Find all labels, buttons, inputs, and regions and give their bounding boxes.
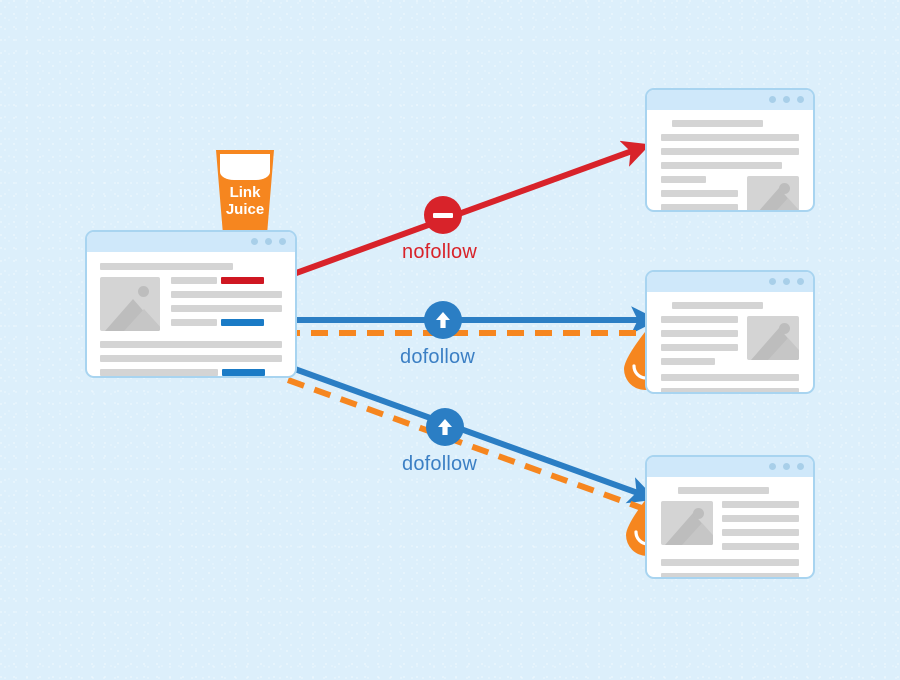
target-bottom-text-column (722, 501, 799, 557)
image-peak (767, 338, 799, 360)
text-placeholder (661, 190, 738, 197)
source-link-row-nofollow[interactable] (171, 277, 282, 284)
window-dot (797, 96, 804, 103)
image-peak (767, 198, 799, 210)
window-dot (783, 96, 790, 103)
heading-placeholder (678, 487, 769, 494)
image-peak (124, 309, 160, 331)
text-placeholder (171, 305, 282, 312)
text-placeholder (661, 388, 799, 392)
window-dot (279, 238, 286, 245)
dofollow-label-2: dofollow (402, 453, 477, 475)
nofollow-badge[interactable] (424, 196, 462, 234)
link-juice-label-line1: Link (229, 184, 261, 201)
dofollow-link-pill-1[interactable] (221, 319, 264, 326)
no-entry-icon (433, 212, 453, 218)
image-placeholder (100, 277, 160, 331)
source-link-row-dofollow-1[interactable] (171, 319, 282, 326)
nofollow-link-pill[interactable] (221, 277, 264, 284)
text-placeholder (661, 134, 799, 141)
text-placeholder (661, 316, 738, 323)
image-peak (681, 523, 713, 545)
source-link-row-dofollow-2[interactable] (100, 369, 282, 376)
target-bottom-content-row (661, 501, 799, 557)
window-dot (783, 463, 790, 470)
target-bottom-body (647, 477, 813, 577)
heading-placeholder (672, 120, 763, 127)
diagram-canvas: Link Juice nofollow dofollow dofollow (0, 0, 900, 680)
image-placeholder (747, 316, 799, 360)
text-placeholder (661, 148, 799, 155)
arrow-up-icon (436, 312, 450, 328)
target-bottom-titlebar (647, 457, 813, 477)
window-dot (797, 278, 804, 285)
source-card-window-dots (251, 238, 286, 245)
text-placeholder (661, 162, 783, 169)
window-dot (265, 238, 272, 245)
dofollow-link-pill-2[interactable] (222, 369, 265, 376)
target-top-body (647, 110, 813, 210)
text-placeholder (661, 204, 738, 210)
link-juice-label-line2: Juice (225, 201, 265, 218)
text-placeholder (100, 369, 218, 376)
image-placeholder (661, 501, 713, 545)
window-dot (769, 96, 776, 103)
heading-placeholder (100, 263, 233, 270)
text-placeholder (100, 355, 282, 362)
window-dot (769, 278, 776, 285)
text-placeholder (171, 277, 217, 284)
source-page-card[interactable] (85, 230, 297, 378)
text-placeholder (661, 330, 738, 337)
link-juice-glass-icon: Link Juice (216, 150, 274, 234)
text-placeholder (171, 319, 217, 326)
text-placeholder (661, 358, 715, 365)
dofollow-label-1: dofollow (400, 346, 475, 368)
target-top-content-row (661, 176, 799, 210)
target-top-window-dots (769, 96, 804, 103)
text-placeholder (661, 559, 799, 566)
text-placeholder (722, 515, 799, 522)
target-page-bottom[interactable] (645, 455, 815, 579)
text-placeholder (171, 291, 282, 298)
target-middle-window-dots (769, 278, 804, 285)
target-top-titlebar (647, 90, 813, 110)
arrow-up-icon (438, 419, 452, 435)
window-dot (797, 463, 804, 470)
image-placeholder (747, 176, 799, 210)
text-placeholder (100, 341, 282, 348)
text-placeholder (661, 374, 799, 381)
connector-dofollow-1 (274, 306, 659, 336)
text-placeholder (722, 501, 799, 508)
target-page-top[interactable] (645, 88, 815, 212)
window-dot (783, 278, 790, 285)
target-middle-titlebar (647, 272, 813, 292)
target-middle-content-row (661, 316, 799, 372)
text-placeholder (661, 573, 799, 577)
target-bottom-window-dots (769, 463, 804, 470)
juice-flow-line-2 (286, 377, 652, 514)
source-card-footer-block (100, 341, 282, 376)
source-card-titlebar (87, 232, 295, 252)
text-placeholder (661, 344, 738, 351)
window-dot (769, 463, 776, 470)
target-middle-text-column (661, 316, 738, 372)
text-placeholder (722, 529, 799, 536)
text-placeholder (661, 176, 706, 183)
source-card-content-row (100, 277, 282, 331)
source-card-text-column (171, 277, 282, 331)
text-placeholder (722, 543, 799, 550)
target-middle-footer-block (661, 374, 799, 392)
target-bottom-footer-block (661, 559, 799, 577)
dofollow-badge-1[interactable] (424, 301, 462, 339)
target-middle-body (647, 292, 813, 392)
source-card-body (87, 252, 295, 376)
link-juice-label: Link Juice (216, 184, 274, 218)
target-page-middle[interactable] (645, 270, 815, 394)
window-dot (251, 238, 258, 245)
heading-placeholder (672, 302, 763, 309)
dofollow-badge-2[interactable] (426, 408, 464, 446)
target-top-text-column (661, 176, 738, 210)
juice-liquid-surface (220, 154, 270, 180)
nofollow-label: nofollow (402, 241, 477, 263)
